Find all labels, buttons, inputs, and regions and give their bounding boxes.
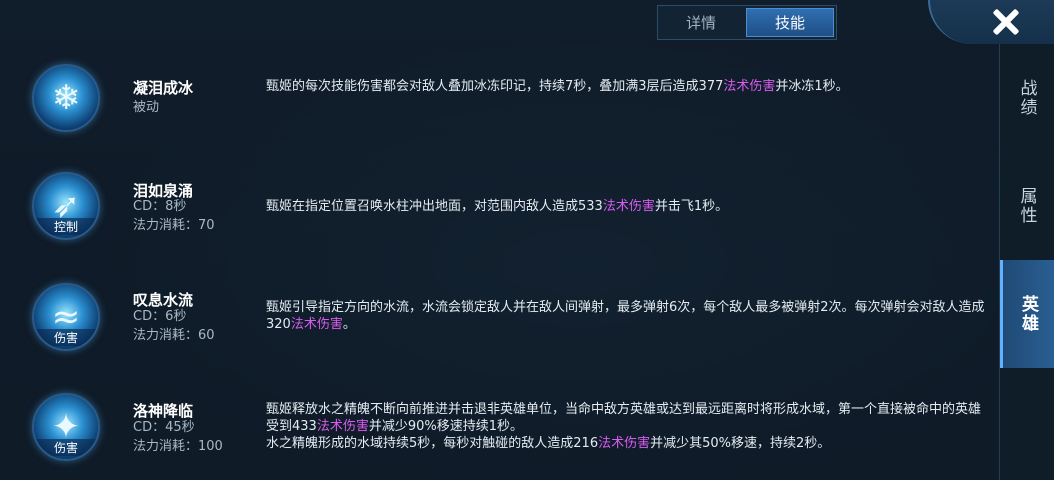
snowflake-icon[interactable]: ❄ [32, 64, 100, 132]
magic-damage-label: 法术伤害 [723, 79, 776, 94]
skill-cooldown: CD：8秒 [133, 199, 187, 214]
skill-description: 甄姬在指定位置召唤水柱冲出地面，对范围内敌人造成533法术伤害并击飞1秒。 [266, 199, 729, 214]
sidenav-tab-label: 属性 [1016, 187, 1037, 225]
magic-damage-label: 法术伤害 [290, 317, 343, 332]
skill-description: 甄姬释放水之精魄不断向前推进并击退非英雄单位，当命中敌方英雄或达到最远距离时将形… [266, 402, 982, 451]
tab-details[interactable]: 详情 [658, 6, 744, 39]
skill-mana-cost: 法力消耗：70 [133, 218, 215, 233]
skill-description: 甄姬引导指定方向的水流，水流会锁定敌人并在敌人间弹射，最多弹射6次，每个敌人最多… [266, 300, 985, 332]
side-nav: 战绩 属性 英雄 [999, 44, 1054, 480]
water-burst-icon[interactable]: ➶ 控制 [32, 172, 100, 240]
sidenav-tab-hero[interactable]: 英雄 [1000, 260, 1054, 368]
sidenav-tab-attributes[interactable]: 属性 [1000, 152, 1054, 260]
close-icon [992, 8, 1020, 36]
skill-cooldown: CD：6秒 [133, 309, 187, 324]
top-tab-bar: 详情 技能 [657, 5, 837, 40]
skill-mana-cost: 法力消耗：100 [133, 439, 223, 454]
magic-damage-label: 法术伤害 [602, 199, 655, 214]
sidenav-tab-label: 战绩 [1016, 79, 1037, 117]
magic-damage-label: 法术伤害 [598, 436, 651, 451]
water-spirit-icon[interactable]: ✦ 伤害 [32, 393, 100, 461]
skill-name: 凝泪成冰 [133, 79, 194, 97]
skill-description: 甄姬的每次技能伤害都会对敌人叠加冰冻印记，持续7秒，叠加满3层后造成377法术伤… [266, 79, 849, 94]
skill-mana-cost: 法力消耗：60 [133, 328, 215, 343]
water-stream-icon[interactable]: ≈ 伤害 [32, 283, 100, 351]
skill-tag: 控制 [34, 218, 98, 235]
skill-tag: 伤害 [34, 439, 98, 456]
tab-skills[interactable]: 技能 [746, 8, 834, 37]
skill-type: 被动 [133, 100, 160, 115]
sidenav-tab-label: 英雄 [1018, 295, 1038, 333]
sidenav-tab-record[interactable]: 战绩 [1000, 44, 1054, 152]
magic-damage-label: 法术伤害 [316, 419, 369, 434]
skill-tag: 伤害 [34, 329, 98, 346]
skill-cooldown: CD：45秒 [133, 420, 195, 435]
